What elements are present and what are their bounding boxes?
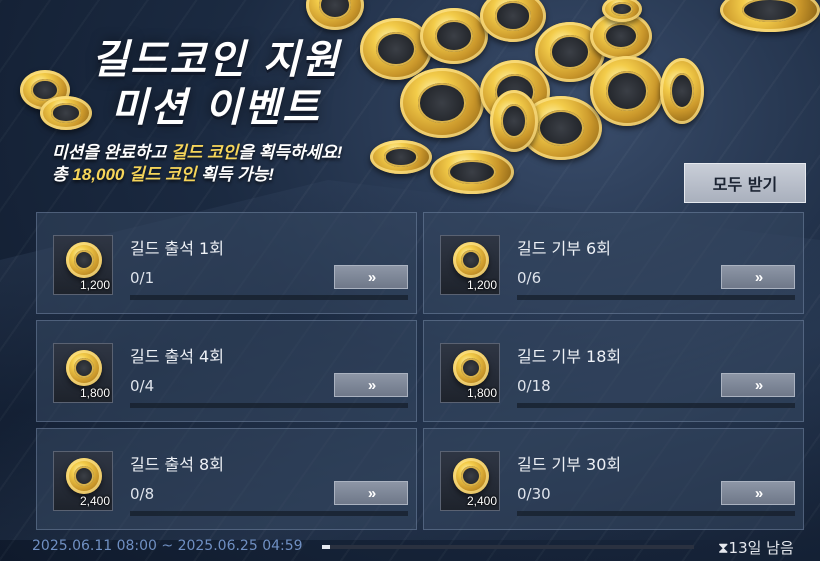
guild-coin-icon <box>453 350 489 386</box>
mission-progress: 0/6 <box>517 269 542 287</box>
go-button[interactable]: » <box>334 373 408 397</box>
remaining-text: 13일 남음 <box>728 539 794 557</box>
guild-coin-icon <box>66 350 102 386</box>
mission-progress: 0/4 <box>130 377 155 395</box>
reward-amount: 1,800 <box>466 386 497 400</box>
subtitle-text: 미션을 완료하고 <box>52 143 171 162</box>
claim-all-button[interactable]: 모두 받기 <box>684 163 806 203</box>
subtitle-line1: 미션을 완료하고 길드 코인을 획득하세요! <box>52 142 342 164</box>
coin-icon <box>480 0 546 42</box>
reward-slot: 1,200 <box>53 235 113 295</box>
event-title: 길드코인 지원 미션 이벤트 <box>56 36 376 132</box>
coin-icon <box>590 56 664 126</box>
mission-name: 길드 출석 1회 <box>130 239 224 258</box>
progress-bar <box>517 403 795 408</box>
event-footer: 2025.06.11 08:00 ~ 2025.06.25 04:59 ⧗13일… <box>0 536 820 561</box>
subtitle-text: 총 <box>52 165 73 184</box>
guild-coin-icon <box>66 458 102 494</box>
reward-slot: 2,400 <box>53 451 113 511</box>
reward-slot: 1,800 <box>440 343 500 403</box>
reward-amount: 1,200 <box>79 278 110 292</box>
event-timeline-bar <box>322 545 694 549</box>
progress-bar <box>130 403 408 408</box>
mission-card: 1,800 길드 출석 4회 0/4 » <box>36 320 417 422</box>
guild-coin-icon <box>453 458 489 494</box>
mission-name: 길드 기부 18회 <box>517 347 622 366</box>
go-button[interactable]: » <box>721 265 795 289</box>
subtitle-text: 을 획득하세요! <box>238 143 343 162</box>
subtitle-line2: 총 18,000 길드 코인 획득 가능! <box>52 164 342 186</box>
reward-amount: 2,400 <box>466 494 497 508</box>
mission-progress: 0/18 <box>517 377 551 395</box>
reward-slot: 2,400 <box>440 451 500 511</box>
remaining-time: ⧗13일 남음 <box>718 537 794 558</box>
mission-progress: 0/30 <box>517 485 551 503</box>
coin-icon <box>430 150 514 194</box>
coin-icon <box>420 8 488 64</box>
guild-coin-icon <box>66 242 102 278</box>
mission-card: 1,800 길드 기부 18회 0/18 » <box>423 320 804 422</box>
reward-amount: 2,400 <box>79 494 110 508</box>
subtitle-highlight: 18,000 길드 코인 <box>72 165 197 184</box>
mission-card: 1,200 길드 출석 1회 0/1 » <box>36 212 417 314</box>
coin-icon <box>660 58 704 124</box>
mission-card: 1,200 길드 기부 6회 0/6 » <box>423 212 804 314</box>
coin-icon <box>400 68 484 138</box>
progress-bar <box>517 511 795 516</box>
reward-slot: 1,800 <box>53 343 113 403</box>
subtitle-text: 획득 가능! <box>196 165 275 184</box>
mission-progress: 0/1 <box>130 269 155 287</box>
go-button[interactable]: » <box>721 373 795 397</box>
go-button[interactable]: » <box>721 481 795 505</box>
coin-icon <box>720 0 820 32</box>
go-button[interactable]: » <box>334 265 408 289</box>
hourglass-icon: ⧗ <box>718 539 729 557</box>
progress-bar <box>130 511 408 516</box>
mission-name: 길드 출석 8회 <box>130 455 224 474</box>
event-period: 2025.06.11 08:00 ~ 2025.06.25 04:59 <box>32 538 303 554</box>
go-button[interactable]: » <box>334 481 408 505</box>
subtitle-highlight: 길드 코인 <box>170 143 239 162</box>
coin-icon <box>490 90 538 152</box>
mission-name: 길드 기부 30회 <box>517 455 622 474</box>
mission-card: 2,400 길드 출석 8회 0/8 » <box>36 428 417 530</box>
reward-amount: 1,800 <box>79 386 110 400</box>
reward-slot: 1,200 <box>440 235 500 295</box>
mission-name: 길드 출석 4회 <box>130 347 224 366</box>
progress-bar <box>517 295 795 300</box>
event-subtitle: 미션을 완료하고 길드 코인을 획득하세요! 총 18,000 길드 코인 획득… <box>52 142 342 186</box>
mission-card: 2,400 길드 기부 30회 0/30 » <box>423 428 804 530</box>
reward-amount: 1,200 <box>466 278 497 292</box>
mission-name: 길드 기부 6회 <box>517 239 611 258</box>
event-title-line1: 길드코인 지원 <box>91 37 341 83</box>
guild-coin-icon <box>453 242 489 278</box>
progress-bar <box>130 295 408 300</box>
timeline-fill <box>322 545 330 549</box>
coin-icon <box>370 140 432 174</box>
event-title-line2: 미션 이벤트 <box>111 85 321 131</box>
mission-progress: 0/8 <box>130 485 155 503</box>
